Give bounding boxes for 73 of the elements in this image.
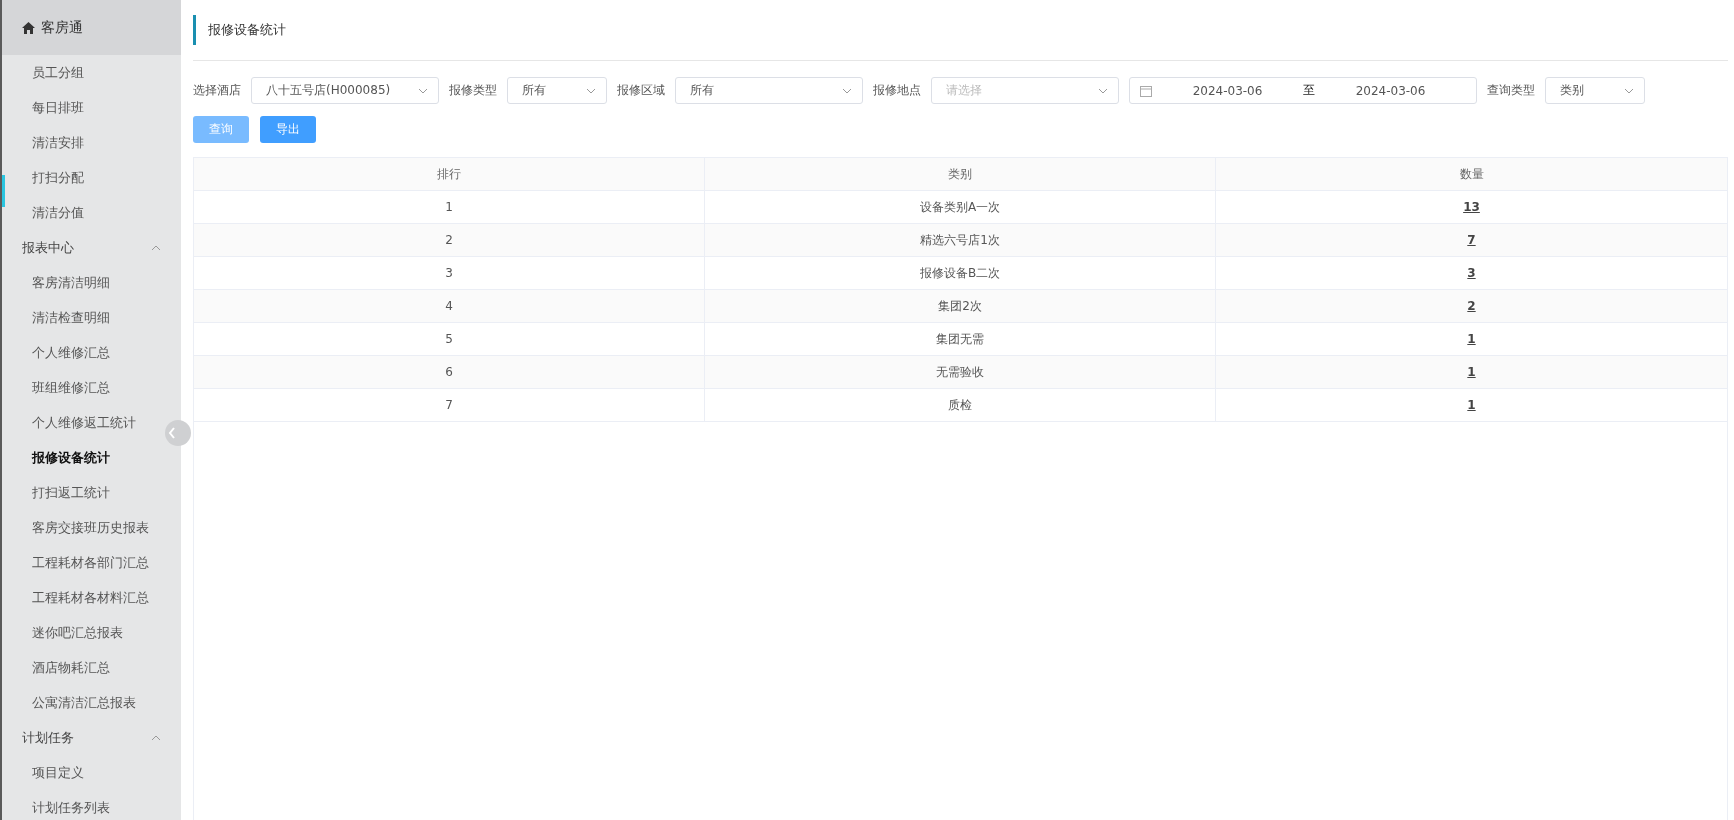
count-link[interactable]: 7 xyxy=(1467,233,1476,247)
collapse-handle[interactable] xyxy=(165,420,191,446)
menu-group[interactable]: 报表中心 xyxy=(2,230,181,265)
count-link[interactable]: 3 xyxy=(1467,266,1476,280)
menu-item[interactable]: 个人维修汇总 xyxy=(32,335,110,370)
menu-item[interactable]: 项目定义 xyxy=(32,755,84,790)
table-cell: 质检 xyxy=(705,389,1216,421)
count-link[interactable]: 13 xyxy=(1463,200,1480,214)
count-link[interactable]: 1 xyxy=(1467,332,1476,346)
filter-label: 报修地点 xyxy=(873,82,921,99)
menu-group-label: 报表中心 xyxy=(22,238,74,257)
select-field[interactable]: 所有 xyxy=(507,77,607,104)
menu-item[interactable]: 员工分组 xyxy=(32,55,84,90)
menu-item[interactable]: 每日排班 xyxy=(32,90,84,125)
count-link[interactable]: 2 xyxy=(1467,299,1476,313)
menu-item[interactable]: 清洁分值 xyxy=(32,195,84,230)
scroll-indicator xyxy=(2,175,5,207)
chevron-icon xyxy=(1624,87,1634,94)
chevron-icon xyxy=(418,87,428,94)
chevron-icon xyxy=(151,734,161,741)
count-link[interactable]: 1 xyxy=(1467,365,1476,379)
sidebar-brand[interactable]: 客房通 xyxy=(2,0,181,55)
home-icon xyxy=(22,21,35,34)
menu-item[interactable]: 打扫返工统计 xyxy=(32,475,110,510)
menu-item[interactable]: 报修设备统计 xyxy=(32,440,110,475)
menu-group-label: 计划任务 xyxy=(22,728,74,747)
calendar-icon xyxy=(1140,84,1152,97)
menu-item[interactable]: 清洁安排 xyxy=(32,125,84,160)
date-range-field[interactable]: 2024-03-06 至 2024-03-06 xyxy=(1129,77,1477,104)
page-title: 报修设备统计 xyxy=(193,15,286,45)
chevron-icon xyxy=(1098,87,1108,94)
chevron-icon xyxy=(151,244,161,251)
table-cell: 集团无需 xyxy=(705,323,1216,355)
menu-item[interactable]: 迷你吧汇总报表 xyxy=(32,615,123,650)
filter-label: 查询类型 xyxy=(1487,82,1535,99)
menu-item[interactable]: 打扫分配 xyxy=(32,160,84,195)
menu-item[interactable]: 客房清洁明细 xyxy=(32,265,110,300)
menu-item[interactable]: 工程耗材各部门汇总 xyxy=(32,545,149,580)
brand-label: 客房通 xyxy=(41,18,83,37)
table-cell: 6 xyxy=(194,356,705,388)
table-cell: 2 xyxy=(194,224,705,256)
table-cell: 3 xyxy=(194,257,705,289)
menu-item[interactable]: 客房交接班历史报表 xyxy=(32,510,149,545)
menu-item[interactable]: 清洁检查明细 xyxy=(32,300,110,335)
table-cell: 5 xyxy=(194,323,705,355)
select-field[interactable]: 八十五号店(H000085) xyxy=(251,77,439,104)
menu-item[interactable]: 班组维修汇总 xyxy=(32,370,110,405)
select-field[interactable]: 所有 xyxy=(675,77,863,104)
chevron-left-icon xyxy=(168,427,176,439)
filter-label: 选择酒店 xyxy=(193,82,241,99)
menu-item[interactable]: 计划任务列表 xyxy=(32,790,110,820)
table-cell: 无需验收 xyxy=(705,356,1216,388)
column-header: 排行 xyxy=(194,158,705,190)
chevron-icon xyxy=(586,87,596,94)
menu-item[interactable]: 工程耗材各材料汇总 xyxy=(32,580,149,615)
table-cell: 精选六号店1次 xyxy=(705,224,1216,256)
menu-item[interactable]: 个人维修返工统计 xyxy=(32,405,136,440)
table-cell: 报修设备B二次 xyxy=(705,257,1216,289)
menu-item[interactable]: 公寓清洁汇总报表 xyxy=(32,685,136,720)
chevron-icon xyxy=(842,87,852,94)
table-cell: 集团2次 xyxy=(705,290,1216,322)
menu-item[interactable]: 酒店物耗汇总 xyxy=(32,650,110,685)
column-header: 数量 xyxy=(1458,165,1485,183)
menu-group[interactable]: 计划任务 xyxy=(2,720,181,755)
select-field[interactable]: 类别 xyxy=(1545,77,1645,104)
table-cell: 设备类别A一次 xyxy=(705,191,1216,223)
count-link[interactable]: 1 xyxy=(1467,398,1476,412)
filter-label: 报修区域 xyxy=(617,82,665,99)
table-cell: 7 xyxy=(194,389,705,421)
table-cell: 4 xyxy=(194,290,705,322)
filter-label: 报修类型 xyxy=(449,82,497,99)
table-cell: 1 xyxy=(194,191,705,223)
column-header: 类别 xyxy=(705,158,1216,190)
